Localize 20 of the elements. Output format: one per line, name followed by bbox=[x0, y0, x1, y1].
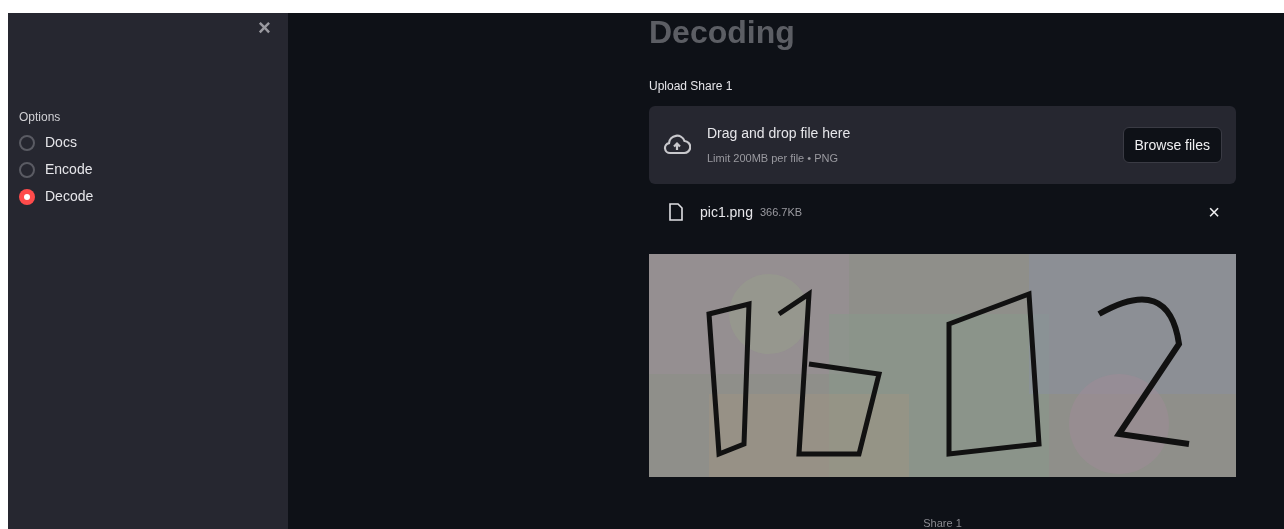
upload-label: Upload Share 1 bbox=[649, 78, 733, 95]
radio-option[interactable]: Docs bbox=[19, 132, 288, 153]
file-size: 366.7KB bbox=[759, 204, 803, 220]
dropzone-hint: Limit 200MB per file • PNG bbox=[707, 151, 839, 167]
cloud-upload-icon bbox=[663, 134, 691, 156]
file-name: pic1.png bbox=[700, 202, 753, 222]
radio-option[interactable]: Encode bbox=[19, 159, 288, 180]
image-caption: Share 1 bbox=[923, 516, 962, 529]
radio-option[interactable]: Decode bbox=[19, 186, 288, 207]
options-label: Options bbox=[19, 109, 62, 126]
radio-button[interactable] bbox=[19, 134, 35, 151]
file-icon bbox=[669, 203, 683, 221]
dropzone-heading: Drag and drop file here bbox=[707, 124, 851, 144]
radio-button[interactable] bbox=[19, 188, 35, 205]
close-button[interactable]: × bbox=[258, 17, 271, 39]
browse-files-button[interactable]: Browse files bbox=[1122, 127, 1222, 163]
page-title: Decoding bbox=[649, 13, 795, 51]
file-dropzone[interactable]: Drag and drop file here Limit 200MB per file • PNG Browse files bbox=[649, 106, 1236, 184]
radio-button[interactable] bbox=[19, 161, 35, 178]
remove-file-button[interactable]: × bbox=[1208, 202, 1220, 222]
